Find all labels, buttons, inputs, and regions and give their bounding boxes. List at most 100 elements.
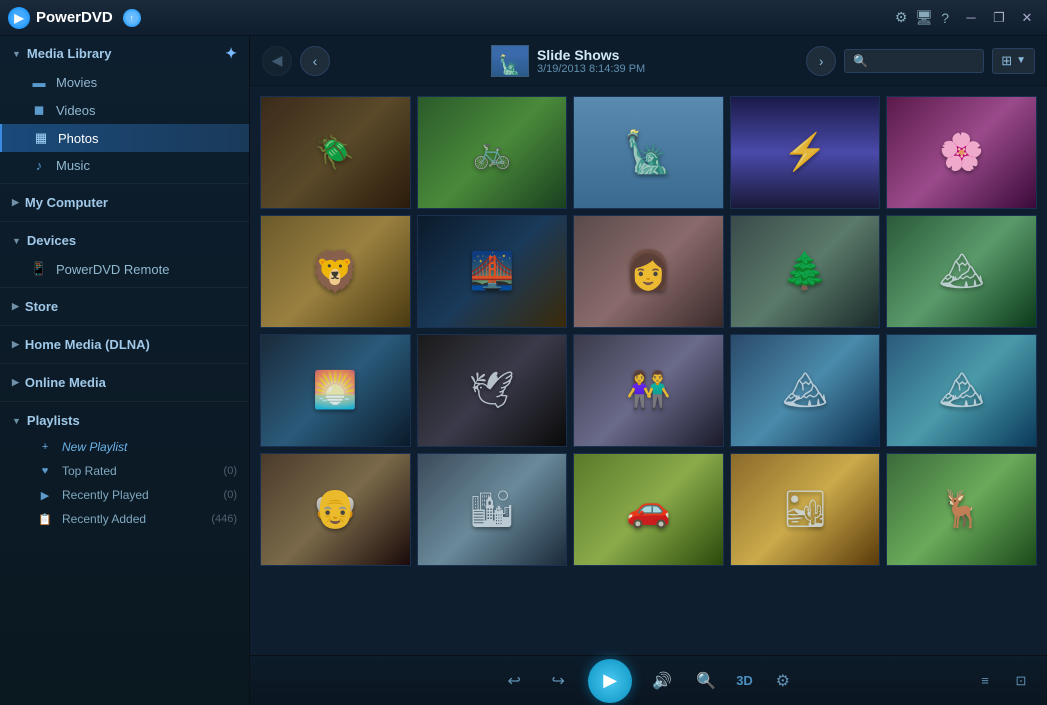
volume-button[interactable]: 🔊 <box>648 667 676 695</box>
devices-section: ▼ Devices 📱 PowerDVD Remote <box>0 224 249 285</box>
sidebar-group-online-media[interactable]: ▶ Online Media <box>0 368 249 397</box>
photo-cell-2[interactable]: 🚲 <box>417 96 568 209</box>
redo-button[interactable]: ↪ <box>544 667 572 695</box>
photo-emoji-17: 🏙 <box>469 488 515 530</box>
3d-label[interactable]: 3D <box>736 673 753 688</box>
photo-emoji-10: 🏔 <box>939 250 985 292</box>
slideshow-thumbnail <box>491 45 529 77</box>
sync-icon: ✦ <box>225 45 237 62</box>
photo-cell-18[interactable]: 🚗 <box>573 453 724 566</box>
playlists-section: ▼ Playlists + New Playlist ♥ Top Rated (… <box>0 404 249 533</box>
close-button[interactable]: ✕ <box>1015 9 1039 27</box>
recently-added-label: Recently Added <box>62 512 146 526</box>
sidebar-item-recently-added[interactable]: 📋 Recently Added (446) <box>0 507 249 531</box>
sidebar-item-top-rated[interactable]: ♥ Top Rated (0) <box>0 459 249 483</box>
titlebar: ▶ PowerDVD ↑ ⚙ 🖥 ? ─ ❐ ✕ <box>0 0 1047 36</box>
photo-emoji-19: 🏜 <box>782 488 828 530</box>
photo-emoji-5: 🌸 <box>939 131 984 173</box>
photo-emoji-2: 🚲 <box>472 133 512 171</box>
sidebar-item-movies[interactable]: ▬ Movies <box>0 69 249 96</box>
photo-cell-12[interactable]: 🕊 <box>417 334 568 447</box>
expand-arrow-store: ▶ <box>12 301 19 312</box>
window-controls: ─ ❐ ✕ <box>959 9 1039 27</box>
restore-button[interactable]: ❐ <box>987 9 1011 27</box>
prev-button[interactable]: ‹ <box>300 46 330 76</box>
search-input[interactable] <box>872 54 972 68</box>
next-button[interactable]: › <box>806 46 836 76</box>
sidebar: ▼ Media Library ✦ ▬ Movies ◼ Videos ▦ Ph… <box>0 36 250 705</box>
photo-cell-17[interactable]: 🏙 <box>417 453 568 566</box>
photo-cell-3[interactable]: 🗽 <box>573 96 724 209</box>
my-computer-label: My Computer <box>25 195 108 210</box>
photo-cell-16[interactable]: 👴 <box>260 453 411 566</box>
photo-cell-13[interactable]: 👫 <box>573 334 724 447</box>
play-button[interactable]: ▶ <box>588 659 632 703</box>
photo-cell-4[interactable]: ⚡ <box>730 96 881 209</box>
photo-cell-10[interactable]: 🏔 <box>886 215 1037 328</box>
playback-bar: ↩ ↪ ▶ 🔊 🔍 3D ⚙ ≡ ⊡ <box>250 655 1047 705</box>
expand-arrow-playlists: ▼ <box>12 416 21 426</box>
sidebar-item-recently-played[interactable]: ▶ Recently Played (0) <box>0 483 249 507</box>
app-logo-icon: ▶ <box>8 7 30 29</box>
minimize-button[interactable]: ─ <box>959 9 983 27</box>
mini-player-button[interactable]: ⊡ <box>1007 667 1035 695</box>
photos-label: Photos <box>58 131 98 146</box>
sidebar-group-store[interactable]: ▶ Store <box>0 292 249 321</box>
photo-emoji-6: 🦁 <box>310 248 360 295</box>
photo-cell-1[interactable]: 🪲 <box>260 96 411 209</box>
photo-cell-20[interactable]: 🦌 <box>886 453 1037 566</box>
photo-cell-6[interactable]: 🦁 <box>260 215 411 328</box>
photo-cell-9[interactable]: 🌲 <box>730 215 881 328</box>
photo-cell-8[interactable]: 👩 <box>573 215 724 328</box>
photo-cell-19[interactable]: 🏜 <box>730 453 881 566</box>
photo-emoji-11: 🌅 <box>313 369 358 411</box>
back-button[interactable]: ◀ <box>262 46 292 76</box>
view-toggle[interactable]: ⊞ ▼ <box>992 48 1035 74</box>
photo-cell-5[interactable]: 🌸 <box>886 96 1037 209</box>
photo-emoji-12: 🕊 <box>469 369 515 411</box>
sidebar-group-my-computer[interactable]: ▶ My Computer <box>0 188 249 217</box>
search-box[interactable]: 🔍 <box>844 49 984 73</box>
media-library-label: Media Library <box>27 46 112 61</box>
sidebar-item-videos[interactable]: ◼ Videos <box>0 96 249 124</box>
sidebar-item-new-playlist[interactable]: + New Playlist <box>0 435 249 459</box>
photo-cell-7[interactable]: 🌉 <box>417 215 568 328</box>
new-playlist-icon: + <box>36 441 54 453</box>
videos-label: Videos <box>56 103 96 118</box>
top-rated-label: Top Rated <box>62 464 117 478</box>
update-icon[interactable]: ↑ <box>123 9 141 27</box>
photo-cell-11[interactable]: 🌅 <box>260 334 411 447</box>
expand-arrow-my-computer: ▶ <box>12 197 19 208</box>
photo-emoji-16: 👴 <box>312 487 359 531</box>
help-icon[interactable]: ? <box>941 10 949 26</box>
photo-emoji-14: 🏔 <box>782 369 828 411</box>
photo-cell-14[interactable]: 🏔 <box>730 334 881 447</box>
playbar-settings-button[interactable]: ⚙ <box>769 667 797 695</box>
movies-icon: ▬ <box>30 75 48 90</box>
sidebar-group-playlists[interactable]: ▼ Playlists <box>0 406 249 435</box>
settings-icon[interactable]: ⚙ <box>895 9 908 26</box>
playlist-button[interactable]: ≡ <box>971 667 999 695</box>
online-media-label: Online Media <box>25 375 106 390</box>
display-icon[interactable]: 🖥 <box>915 9 933 26</box>
undo-button[interactable]: ↩ <box>500 667 528 695</box>
sidebar-item-music[interactable]: ♪ Music <box>0 152 249 179</box>
app-title: PowerDVD <box>36 9 113 26</box>
photo-cell-15[interactable]: 🏔 <box>886 334 1037 447</box>
home-media-label: Home Media (DLNA) <box>25 337 150 352</box>
sidebar-group-media-library[interactable]: ▼ Media Library ✦ <box>0 38 249 69</box>
zoom-button[interactable]: 🔍 <box>692 667 720 695</box>
sidebar-group-devices[interactable]: ▼ Devices <box>0 226 249 255</box>
photo-emoji-15: 🏔 <box>939 369 985 411</box>
slideshow-title: Slide Shows <box>537 47 645 63</box>
sidebar-group-home-media[interactable]: ▶ Home Media (DLNA) <box>0 330 249 359</box>
search-icon: 🔍 <box>853 54 868 68</box>
music-icon: ♪ <box>30 158 48 173</box>
recently-played-count: (0) <box>224 489 237 501</box>
sidebar-item-photos[interactable]: ▦ Photos <box>0 124 249 152</box>
expand-arrow-online-media: ▶ <box>12 377 19 388</box>
photo-emoji-1: 🪲 <box>315 133 355 171</box>
photo-emoji-8: 👩 <box>625 249 672 293</box>
sidebar-item-powerdvd-remote[interactable]: 📱 PowerDVD Remote <box>0 255 249 283</box>
photo-emoji-9: 🌲 <box>783 250 828 292</box>
